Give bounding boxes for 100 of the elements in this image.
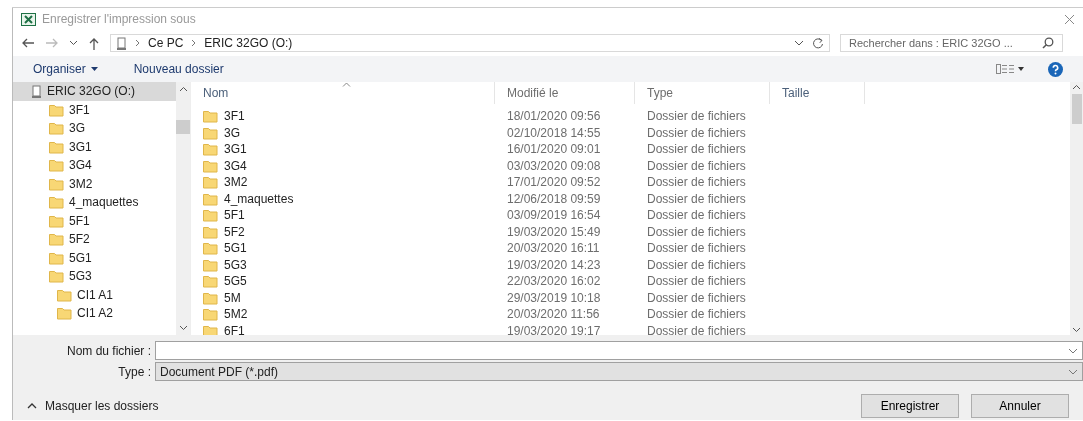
column-header[interactable]: Nom bbox=[191, 82, 495, 104]
file-name[interactable]: 5G1 bbox=[191, 239, 495, 258]
folder-icon bbox=[203, 307, 218, 322]
type-cell-text: Dossier de fichiers bbox=[646, 289, 747, 307]
file-name[interactable]: 5G3 bbox=[191, 255, 495, 274]
folder-icon bbox=[49, 139, 64, 154]
cancel-button[interactable]: Annuler bbox=[971, 394, 1069, 418]
file-name[interactable]: 4_maquettes bbox=[191, 189, 495, 208]
type-cell-text: Dossier de fichiers bbox=[646, 223, 747, 241]
refresh-icon[interactable] bbox=[812, 37, 824, 49]
folder-icon bbox=[203, 158, 218, 173]
scroll-down-icon[interactable] bbox=[178, 325, 188, 331]
tree-item[interactable]: 3G4 bbox=[13, 156, 176, 175]
organize-menu[interactable]: Organiser bbox=[33, 60, 98, 78]
chevron-down-icon[interactable] bbox=[1068, 347, 1078, 354]
type-cell-text: Dossier de fichiers bbox=[646, 273, 747, 291]
chevron-down-icon[interactable] bbox=[69, 40, 78, 46]
up-arrow-icon[interactable] bbox=[88, 36, 100, 50]
chevron-right-icon bbox=[135, 39, 140, 47]
date-cell-text: 17/01/2020 09:52 bbox=[506, 174, 602, 192]
file-name[interactable]: 3G bbox=[191, 123, 495, 142]
file-name[interactable]: 5F2 bbox=[191, 222, 495, 241]
scrollbar-thumb[interactable] bbox=[1071, 94, 1082, 124]
breadcrumb-item[interactable]: ERIC 32GO (O:) bbox=[204, 34, 293, 52]
file-name[interactable]: 5M2 bbox=[191, 305, 495, 324]
tree-item[interactable]: CI1 A1 bbox=[13, 285, 176, 304]
type-cell-text: Dossier de fichiers bbox=[646, 108, 747, 126]
tree-item[interactable]: 3G bbox=[13, 119, 176, 138]
date-cell-text: 02/10/2018 14:55 bbox=[506, 124, 602, 142]
column-header[interactable]: Modifié le bbox=[495, 82, 635, 104]
folder-icon bbox=[203, 142, 218, 157]
tree-item[interactable]: 3M2 bbox=[13, 174, 176, 193]
file-name-field[interactable] bbox=[155, 341, 1083, 360]
file-name[interactable]: 3G1 bbox=[191, 140, 495, 159]
scrollbar-thumb[interactable] bbox=[176, 120, 190, 134]
tree-item[interactable]: 5F2 bbox=[13, 230, 176, 249]
tree-item[interactable]: CI1 A2 bbox=[13, 304, 176, 323]
folder-icon bbox=[203, 290, 218, 305]
tree-item[interactable]: 3G1 bbox=[13, 137, 176, 156]
folder-icon bbox=[203, 257, 218, 272]
tree-item[interactable]: 5G3 bbox=[13, 267, 176, 286]
help-icon[interactable] bbox=[1048, 61, 1063, 77]
view-options-icon[interactable] bbox=[996, 64, 1024, 74]
type-cell-text: Dossier de fichiers bbox=[646, 190, 747, 208]
chevron-right-icon bbox=[191, 39, 197, 47]
file-name[interactable]: 5F1 bbox=[191, 206, 495, 225]
back-arrow-icon[interactable] bbox=[21, 37, 35, 49]
date-cell-text: 03/09/2019 16:54 bbox=[506, 207, 602, 225]
date-cell-text: 20/03/2020 16:11 bbox=[506, 240, 601, 258]
window-title: Enregistrer l'impression sous bbox=[42, 11, 196, 28]
folder-icon bbox=[49, 269, 64, 284]
tree-item[interactable]: 3F1 bbox=[13, 100, 176, 119]
scrollbar[interactable] bbox=[1070, 82, 1083, 335]
type-cell-text: Dossier de fichiers bbox=[646, 306, 747, 324]
date-cell-text: 19/03/2020 15:49 bbox=[506, 223, 602, 241]
folder-icon bbox=[203, 224, 218, 239]
type-cell-text: Dossier de fichiers bbox=[646, 157, 747, 175]
search-icon[interactable] bbox=[1042, 37, 1054, 49]
search-placeholder: Rechercher dans : ERIC 32GO ... bbox=[849, 35, 1013, 51]
scroll-down-icon[interactable] bbox=[1072, 327, 1081, 333]
file-name[interactable]: 6F1 bbox=[191, 321, 495, 335]
chevron-down-icon[interactable] bbox=[1068, 368, 1078, 375]
new-folder-button[interactable]: Nouveau dossier bbox=[133, 60, 224, 78]
scroll-up-icon[interactable] bbox=[1072, 84, 1081, 90]
chevron-down-icon[interactable] bbox=[794, 40, 804, 46]
file-name[interactable]: 5M bbox=[191, 288, 495, 307]
address-bar[interactable]: Ce PC ERIC 32GO (O:) bbox=[110, 34, 830, 52]
breadcrumb-item[interactable]: Ce PC bbox=[148, 34, 184, 52]
save-button[interactable]: Enregistrer bbox=[861, 394, 959, 418]
file-name[interactable]: 3F1 bbox=[191, 107, 495, 126]
column-header[interactable]: Taille bbox=[770, 82, 865, 104]
file-name[interactable]: 3G4 bbox=[191, 156, 495, 175]
folder-icon bbox=[49, 195, 64, 210]
date-cell-text: 29/03/2019 10:18 bbox=[506, 289, 602, 307]
scroll-up-icon[interactable] bbox=[178, 86, 188, 92]
chevron-up-icon bbox=[27, 403, 37, 409]
search-field[interactable]: Rechercher dans : ERIC 32GO ... bbox=[840, 34, 1063, 52]
date-cell-text: 22/03/2020 16:02 bbox=[506, 273, 602, 291]
folder-icon bbox=[203, 191, 218, 206]
folder-icon bbox=[57, 287, 72, 302]
folder-icon bbox=[49, 158, 64, 173]
field-label: Type : bbox=[117, 363, 152, 381]
type-cell-text: Dossier de fichiers bbox=[646, 124, 747, 142]
tree-item[interactable]: 5F1 bbox=[13, 211, 176, 230]
tree-item[interactable]: 4_maquettes bbox=[13, 193, 176, 212]
file-name[interactable]: 3M2 bbox=[191, 173, 495, 192]
folder-icon bbox=[203, 125, 218, 140]
folder-icon bbox=[49, 232, 64, 247]
hide-folders-toggle[interactable]: Masquer les dossiers bbox=[27, 397, 159, 415]
scrollbar[interactable] bbox=[176, 82, 190, 335]
folder-icon bbox=[49, 250, 64, 265]
spreadsheet-icon bbox=[21, 12, 36, 26]
folder-icon bbox=[203, 208, 218, 223]
tree-item[interactable]: ERIC 32GO (O:) bbox=[13, 82, 176, 101]
close-icon[interactable] bbox=[1064, 13, 1075, 25]
column-header[interactable]: Type bbox=[635, 82, 770, 104]
tree-item[interactable]: 5G1 bbox=[13, 248, 176, 267]
file-type-dropdown[interactable]: Document PDF (*.pdf) bbox=[155, 362, 1083, 381]
file-name[interactable]: 5G5 bbox=[191, 272, 495, 291]
folder-icon bbox=[49, 176, 64, 191]
